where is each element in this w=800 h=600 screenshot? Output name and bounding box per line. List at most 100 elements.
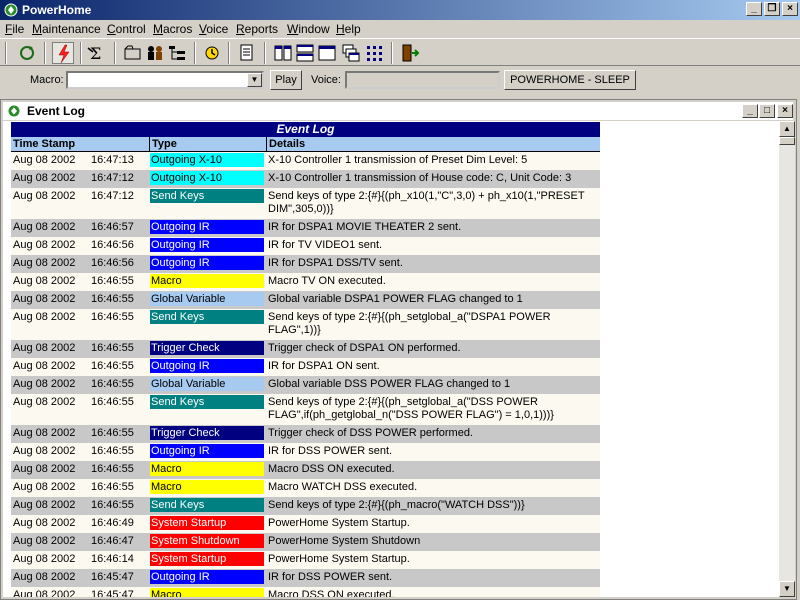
- table-row[interactable]: Aug 08 2002 16:45:47 Macro Macro DSS ON exe…: [11, 587, 600, 597]
- row-date: Aug 08 2002: [13, 239, 76, 251]
- users-icon[interactable]: [144, 42, 166, 64]
- row-time: 16:46:55: [91, 342, 134, 354]
- menu-voice[interactable]: Voice: [199, 22, 228, 36]
- arrange-icons-icon[interactable]: [363, 42, 385, 64]
- row-date: Aug 08 2002: [13, 445, 76, 457]
- row-date: Aug 08 2002: [13, 275, 76, 287]
- app-title-bar[interactable]: PowerHome _ ❐ ×: [0, 0, 800, 20]
- document-icon[interactable]: [236, 42, 258, 64]
- row-details: Send keys of type 2:{#}{(ph_x10(1,"C",3,…: [268, 190, 585, 215]
- table-row[interactable]: Aug 08 2002 16:46:55 Macro Macro TV ON exec…: [11, 273, 600, 291]
- row-time: 16:46:49: [91, 517, 134, 529]
- macro-select[interactable]: ▼: [66, 71, 264, 89]
- header-timestamp: Time Stamp: [13, 138, 76, 150]
- menu-reports[interactable]: Reports: [236, 22, 278, 36]
- row-details: X-10 Controller 1 transmission of Preset…: [268, 154, 528, 166]
- table-row[interactable]: Aug 08 2002 16:47:12 Outgoing X-10 X-10 Con…: [11, 170, 600, 188]
- child-maximize-icon[interactable]: □: [759, 104, 775, 118]
- event-log-window-title: Event Log: [27, 104, 86, 118]
- table-row[interactable]: Aug 08 2002 16:47:13 Outgoing X-10 X-10 Con…: [11, 152, 600, 170]
- table-row[interactable]: Aug 08 2002 16:46:56 Outgoing IR IR for DSP…: [11, 255, 600, 273]
- row-details: IR for DSPA1 DSS/TV sent.: [268, 257, 403, 269]
- row-time: 16:46:55: [91, 396, 134, 408]
- scroll-up-icon[interactable]: ▲: [779, 121, 795, 137]
- table-row[interactable]: Aug 08 2002 16:46:55 Send Keys Send keys of…: [11, 497, 600, 515]
- menu-help[interactable]: Help: [336, 22, 361, 36]
- close-icon[interactable]: ×: [782, 2, 798, 16]
- row-date: Aug 08 2002: [13, 360, 76, 372]
- play-button[interactable]: Play: [270, 70, 302, 90]
- table-row[interactable]: Aug 08 2002 16:46:55 Global Variable Global…: [11, 376, 600, 394]
- row-time: 16:46:55: [91, 378, 134, 390]
- chevron-down-icon[interactable]: ▼: [247, 73, 262, 87]
- row-date: Aug 08 2002: [13, 396, 76, 408]
- table-row[interactable]: Aug 08 2002 16:46:55 Macro Macro WATCH DSS …: [11, 479, 600, 497]
- svg-text:Σ: Σ: [90, 44, 101, 63]
- event-log-title-bar[interactable]: Event Log _ □ ×: [3, 102, 793, 120]
- table-row[interactable]: Aug 08 2002 16:45:47 Outgoing IR IR for DSS…: [11, 569, 600, 587]
- row-date: Aug 08 2002: [13, 154, 76, 166]
- hierarchy-icon[interactable]: [166, 42, 188, 64]
- menu-file[interactable]: File: [5, 22, 24, 36]
- row-date: Aug 08 2002: [13, 499, 76, 511]
- sigma-run-icon[interactable]: Σ: [86, 42, 108, 64]
- row-type: Outgoing X-10: [150, 171, 264, 185]
- row-details: Send keys of type 2:{#}{(ph_setglobal_a(…: [268, 396, 554, 421]
- row-details: Macro DSS ON executed.: [268, 463, 395, 475]
- table-row[interactable]: Aug 08 2002 16:46:14 System Startup PowerHo…: [11, 551, 600, 569]
- row-time: 16:47:13: [91, 154, 134, 166]
- row-type: Outgoing IR: [150, 570, 264, 584]
- row-details: PowerHome System Startup.: [268, 517, 410, 529]
- row-type: Trigger Check: [150, 426, 264, 440]
- table-row[interactable]: Aug 08 2002 16:46:55 Macro Macro DSS ON exe…: [11, 461, 600, 479]
- table-row[interactable]: Aug 08 2002 16:46:55 Send Keys Send keys of…: [11, 309, 600, 340]
- row-time: 16:46:56: [91, 239, 134, 251]
- menu-window[interactable]: Window: [287, 22, 330, 36]
- table-row[interactable]: Aug 08 2002 16:46:55 Trigger Check Trigger …: [11, 340, 600, 358]
- exit-icon[interactable]: [399, 42, 421, 64]
- table-row[interactable]: Aug 08 2002 16:46:56 Outgoing IR IR for TV …: [11, 237, 600, 255]
- child-close-icon[interactable]: ×: [777, 104, 793, 118]
- table-row[interactable]: Aug 08 2002 16:46:55 Trigger Check Trigger …: [11, 425, 600, 443]
- scroll-down-icon[interactable]: ▼: [779, 581, 795, 597]
- table-row[interactable]: Aug 08 2002 16:46:55 Global Variable Global…: [11, 291, 600, 309]
- row-details: IR for DSPA1 MOVIE THEATER 2 sent.: [268, 221, 462, 233]
- menu-macros[interactable]: Macros: [153, 22, 192, 36]
- window-icon[interactable]: [316, 42, 338, 64]
- table-row[interactable]: Aug 08 2002 16:46:55 Send Keys Send keys of…: [11, 394, 600, 425]
- refresh-icon[interactable]: [16, 42, 38, 64]
- status-button[interactable]: POWERHOME - SLEEP: [504, 70, 636, 90]
- row-type: Macro: [150, 274, 264, 288]
- menu-control[interactable]: Control: [107, 22, 146, 36]
- scheduler-icon[interactable]: [201, 42, 223, 64]
- row-type: Send Keys: [150, 189, 264, 203]
- table-row[interactable]: Aug 08 2002 16:46:47 System Shutdown PowerH…: [11, 533, 600, 551]
- vertical-scrollbar[interactable]: ▲ ▼: [779, 121, 795, 597]
- restore-icon[interactable]: ❐: [764, 2, 780, 16]
- folder-icon[interactable]: [122, 42, 144, 64]
- minimize-icon[interactable]: _: [746, 2, 762, 16]
- scroll-thumb[interactable]: [779, 137, 795, 145]
- table-row[interactable]: Aug 08 2002 16:47:12 Send Keys Send keys of…: [11, 188, 600, 219]
- row-details: Macro TV ON executed.: [268, 275, 386, 287]
- row-time: 16:46:55: [91, 499, 134, 511]
- tile-horizontal-icon[interactable]: [294, 42, 316, 64]
- table-row[interactable]: Aug 08 2002 16:46:55 Outgoing IR IR for DSS…: [11, 443, 600, 461]
- row-date: Aug 08 2002: [13, 589, 76, 597]
- child-minimize-icon[interactable]: _: [742, 104, 758, 118]
- menu-maintenance[interactable]: Maintenance: [32, 22, 101, 36]
- table-row[interactable]: Aug 08 2002 16:46:55 Outgoing IR IR for DSP…: [11, 358, 600, 376]
- row-type: Outgoing IR: [150, 238, 264, 252]
- app-icon[interactable]: [3, 2, 19, 18]
- table-row[interactable]: Aug 08 2002 16:46:49 System Startup PowerHo…: [11, 515, 600, 533]
- toolbar-separator: [264, 42, 266, 64]
- table-row[interactable]: Aug 08 2002 16:46:57 Outgoing IR IR for DSP…: [11, 219, 600, 237]
- lightning-icon[interactable]: [52, 42, 74, 64]
- row-time: 16:47:12: [91, 172, 134, 184]
- tile-vertical-icon[interactable]: [272, 42, 294, 64]
- event-log-table: Event Log Time Stamp Type Details Aug 08…: [11, 122, 600, 597]
- voice-label: Voice:: [311, 74, 341, 86]
- cascade-icon[interactable]: [340, 42, 362, 64]
- row-time: 16:46:55: [91, 360, 134, 372]
- event-log-window-icon[interactable]: [7, 104, 21, 118]
